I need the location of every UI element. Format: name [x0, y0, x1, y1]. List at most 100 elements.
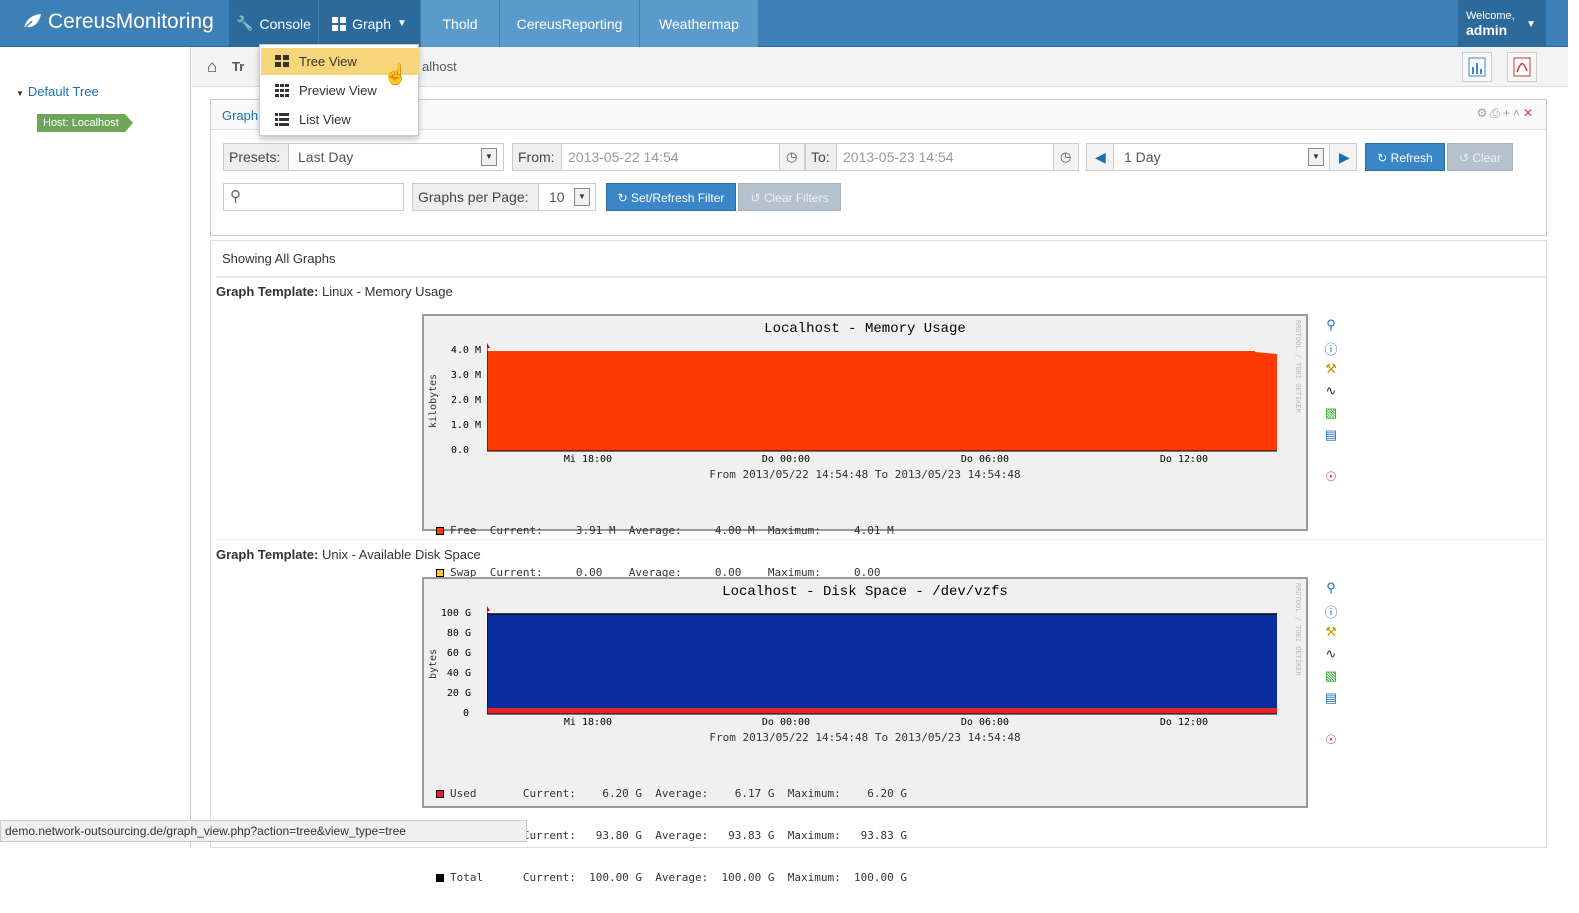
- nav-cereus-reporting[interactable]: CereusReporting: [500, 0, 639, 47]
- breadcrumb-left: Tr: [232, 59, 245, 74]
- user-menu[interactable]: Welcome, admin ▼: [1458, 0, 1546, 47]
- pdf-icon: [1513, 57, 1531, 77]
- export-pdf-button[interactable]: [1507, 52, 1537, 82]
- to-label: To:: [805, 143, 837, 171]
- graph-disk-space[interactable]: Localhost - Disk Space - /dev/vzfs bytes…: [422, 577, 1308, 884]
- from-calendar-button[interactable]: ◷: [779, 143, 805, 171]
- breadcrumb-tree[interactable]: Tr: [232, 59, 244, 74]
- csv-export-icon[interactable]: ▤: [1321, 690, 1341, 712]
- y-tick: 100 G: [440, 608, 471, 619]
- clock-icon: ◷: [1060, 149, 1072, 164]
- from-value: 2013-05-22 14:54: [568, 149, 679, 165]
- grid-icon: [275, 55, 289, 67]
- x-tick: Mi 18:00: [563, 717, 613, 728]
- print-icon[interactable]: ⎙: [1490, 106, 1503, 120]
- wrench-icon: 🔧: [236, 15, 254, 31]
- free-area: [487, 351, 1277, 451]
- to-input[interactable]: 2013-05-23 14:54: [836, 143, 1054, 171]
- arrow-right-icon: ▶: [1339, 149, 1350, 165]
- bar-chart-icon[interactable]: ▧: [1321, 668, 1341, 690]
- to-calendar-button[interactable]: ◷: [1053, 143, 1079, 171]
- graphs-per-page-select[interactable]: 10 ▼: [538, 183, 596, 211]
- y-tick: 60 G: [446, 648, 471, 659]
- set-refresh-filter-button[interactable]: ↻ Set/Refresh Filter: [606, 183, 736, 211]
- tree-node-default[interactable]: ▼ Default Tree: [16, 84, 99, 99]
- menu-item-label: Tree View: [299, 54, 357, 69]
- timespan-value: 1 Day: [1124, 149, 1161, 165]
- expand-triangle-icon[interactable]: ▼: [16, 89, 24, 98]
- nav-console-label: Console: [259, 15, 311, 32]
- graph-actions: ⚲ ⓘ ⚒ ∿ ▧ ▤ ☉: [1321, 580, 1341, 754]
- graph-memory-usage[interactable]: Localhost - Memory Usage kilobytes 4.0 M…: [422, 314, 1308, 579]
- to-value: 2013-05-23 14:54: [843, 149, 954, 165]
- graph-template-heading: Graph Template: Unix - Available Disk Sp…: [216, 547, 481, 562]
- bar-chart-icon[interactable]: ▧: [1321, 405, 1341, 427]
- timespan-select[interactable]: 1 Day ▼: [1113, 143, 1330, 171]
- disk-plot-area: [487, 606, 1277, 715]
- nav-weathermap[interactable]: Weathermap: [640, 0, 758, 47]
- rrdtool-watermark: RRDTOOL / TOBI OETIKER: [1294, 583, 1302, 676]
- csv-export-icon[interactable]: ▤: [1321, 427, 1341, 449]
- search-input[interactable]: ⚲: [223, 183, 404, 211]
- legend-row-used: Used Current: 6.20 G Average: 6.17 G Max…: [436, 787, 907, 801]
- plus-icon[interactable]: +: [1503, 106, 1513, 120]
- x-tick: Mi 18:00: [563, 454, 613, 465]
- graphs-per-page-value: 10: [549, 189, 565, 205]
- realtime-icon[interactable]: ☉: [1321, 732, 1341, 754]
- nav-graph-label: Graph: [352, 15, 391, 32]
- shift-right-button[interactable]: ▶: [1329, 143, 1357, 171]
- brand-name: CereusMonitoring: [48, 10, 214, 33]
- from-input[interactable]: 2013-05-22 14:54: [561, 143, 780, 171]
- brand-logo[interactable]: CereusMonitoring: [22, 10, 214, 34]
- chevron-down-icon: ▼: [481, 148, 497, 166]
- wrench-icon[interactable]: ⚒: [1321, 361, 1341, 383]
- window-edge: [1568, 0, 1579, 848]
- nav-thold-label: Thold: [442, 15, 478, 32]
- wrench-icon[interactable]: ⚒: [1321, 624, 1341, 646]
- zoom-icon[interactable]: ⚲: [1321, 317, 1341, 339]
- presets-select[interactable]: Last Day ▼: [288, 143, 504, 171]
- tree-node-host-localhost[interactable]: Host: Localhost: [37, 114, 133, 132]
- nav-thold[interactable]: Thold: [421, 0, 499, 47]
- refresh-button[interactable]: ↻ Refresh: [1365, 143, 1445, 171]
- trend-icon[interactable]: ∿: [1321, 383, 1341, 405]
- zoom-icon[interactable]: ⚲: [1321, 580, 1341, 602]
- trend-icon[interactable]: ∿: [1321, 646, 1341, 668]
- hand-cursor-icon: ☝: [383, 64, 408, 86]
- legend-swatch: [436, 790, 444, 798]
- info-icon[interactable]: ⓘ: [1321, 602, 1341, 624]
- menu-item-list-view[interactable]: List View: [261, 106, 419, 133]
- nav-graph[interactable]: Graph ▼: [319, 0, 420, 47]
- caret-down-icon: ▼: [1526, 19, 1536, 30]
- clear-filters-button[interactable]: ↺ Clear Filters: [738, 183, 841, 211]
- x-tick: Do 00:00: [761, 454, 811, 465]
- thumbnails-icon: [275, 84, 289, 97]
- shift-left-button[interactable]: ◀: [1086, 143, 1114, 171]
- info-icon[interactable]: ⓘ: [1321, 339, 1341, 361]
- graph-content: Showing All Graphs Graph Template: Linux…: [210, 240, 1547, 884]
- nav-console[interactable]: 🔧 Console: [229, 0, 318, 47]
- panel-controls[interactable]: ⚙⎙+˄✕: [1477, 106, 1536, 121]
- realtime-icon[interactable]: ☉: [1321, 469, 1341, 491]
- home-icon[interactable]: ⌂: [207, 57, 217, 77]
- arrow-left-icon: ◀: [1095, 149, 1106, 165]
- browser-status-bar: demo.network-outsourcing.de/graph_view.p…: [0, 820, 527, 842]
- y-tick: 1.0 M: [450, 420, 481, 431]
- y-tick: 0: [462, 708, 469, 719]
- tree-sidebar: ▼ Default Tree Host: Localhost: [0, 47, 191, 848]
- legend-row-free: Free Current: 3.91 M Average: 4.00 M Max…: [436, 524, 894, 538]
- y-tick: 2.0 M: [450, 395, 481, 406]
- legend-swatch: [436, 527, 444, 535]
- clear-button[interactable]: ↺ Clear: [1447, 143, 1513, 171]
- export-csv-button[interactable]: [1462, 52, 1492, 82]
- graph-title: Localhost - Disk Space - /dev/vzfs: [722, 584, 1008, 600]
- collapse-icon[interactable]: ˄: [1513, 106, 1523, 120]
- graph-timerange: From 2013/05/22 14:54:48 To 2013/05/23 1…: [709, 731, 1021, 744]
- breadcrumb-host[interactable]: alhost: [422, 59, 457, 74]
- gear-icon[interactable]: ⚙: [1477, 106, 1491, 120]
- refresh-icon: ↻: [1377, 151, 1391, 165]
- close-icon[interactable]: ✕: [1523, 106, 1536, 120]
- tree-root-label: Default Tree: [27, 84, 99, 99]
- undo-icon: ↺: [750, 191, 764, 205]
- chevron-down-icon: ▼: [1308, 148, 1324, 166]
